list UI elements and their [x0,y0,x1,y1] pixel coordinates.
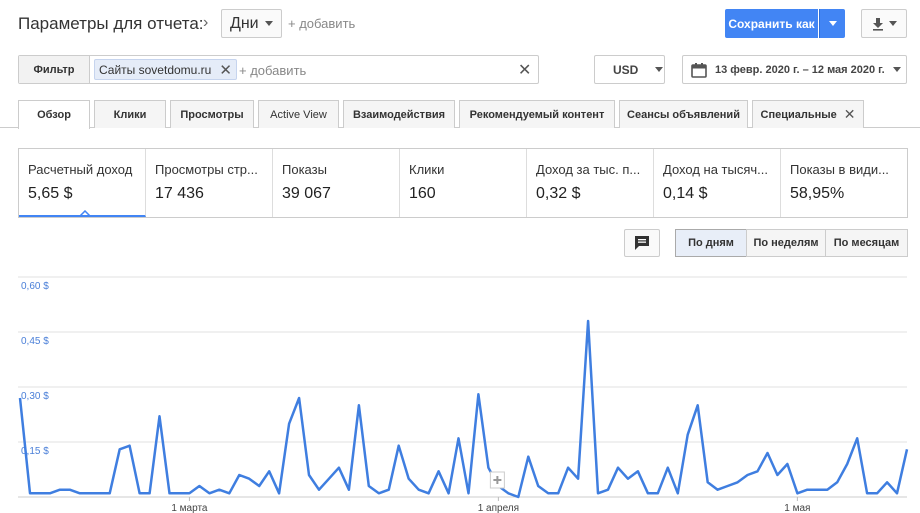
filter-chip[interactable]: Сайты sovetdomu.ru ✕ [94,59,237,80]
save-as-button[interactable]: Сохранить как [725,9,818,38]
tab-clicks[interactable]: Клики [94,100,166,128]
tab-interactions[interactable]: Взаимодействия [343,100,455,128]
series-line [18,319,909,499]
currency-dropdown[interactable]: USD [594,55,665,84]
add-filter-link[interactable]: + добавить [239,63,306,78]
caret-down-icon [889,21,897,26]
metrics-bar: Расчетный доход 5,65 $ Просмотры стр... … [18,148,908,218]
metric-label: Показы [282,162,327,177]
caret-down-icon [892,67,901,72]
close-icon[interactable]: ✕ [219,61,232,79]
tab-views[interactable]: Просмотры [170,100,254,128]
y-tick-label: 0,45 $ [21,336,49,347]
metric-label: Просмотры стр... [155,162,258,177]
filter-label[interactable]: Фильтр [19,56,90,83]
metric-value: 5,65 $ [28,185,73,202]
tab-overview[interactable]: Обзор [18,100,90,129]
x-tick-label: 1 марта [171,503,208,513]
selected-indicator-icon [79,210,91,215]
y-tick-label: 0,60 $ [21,281,49,292]
metric-clicks[interactable]: Клики 160 [400,149,527,217]
metric-impression-rpm[interactable]: Доход на тысяч... 0,14 $ [654,149,781,217]
download-button[interactable] [861,9,907,38]
caret-down-icon [655,67,664,72]
metric-label: Показы в види... [790,162,889,177]
filter-chip-label: Сайты sovetdomu.ru [99,62,212,77]
date-range-picker[interactable]: 13 февр. 2020 г. – 12 мая 2020 г. [682,55,907,84]
metric-page-views[interactable]: Просмотры стр... 17 436 [146,149,273,217]
report-title: Параметры для отчета: [18,14,204,33]
metric-viewability[interactable]: Показы в види... 58,95% [781,149,907,217]
metric-value: 58,95% [790,185,845,202]
granularity-weekly[interactable]: По неделям [746,229,826,257]
tab-custom[interactable]: Специальные ✕ [752,100,864,128]
earnings-line-chart: 0,60 $0,45 $0,30 $0,15 $1 марта 1 апреля 1… [18,276,909,513]
close-icon[interactable]: ✕ [844,106,856,123]
tab-active-view[interactable]: Active View [258,100,339,128]
metric-impressions[interactable]: Показы 39 067 [273,149,400,217]
tab-ad-sessions[interactable]: Сеансы объявлений [619,100,748,128]
date-range-label: 13 февр. 2020 г. – 12 мая 2020 г. [715,63,885,76]
tab-custom-label: Специальные [760,108,837,121]
y-tick-label: 0,30 $ [21,391,49,402]
filter-bar: Фильтр Сайты sovetdomu.ru ✕ + добавить ✕ [18,55,539,84]
metric-value: 17 436 [155,185,204,202]
granularity-monthly[interactable]: По месяцам [825,229,908,257]
metric-label: Клики [409,162,445,177]
metric-value: 0,32 $ [536,185,581,202]
metric-estimated-earnings[interactable]: Расчетный доход 5,65 $ [19,149,146,217]
metric-page-rpm[interactable]: Доход за тыс. п... 0,32 $ [527,149,654,217]
tab-recommended-content[interactable]: Рекомендуемый контент [459,100,615,128]
annotations-button[interactable] [624,229,660,257]
x-tick-label: 1 мая [784,503,810,513]
chevron-right-icon: › [203,14,209,31]
calendar-icon [691,62,707,78]
x-tick-label: 1 апреля [478,503,519,513]
granularity-daily[interactable]: По дням [675,229,747,257]
metric-label: Доход за тыс. п... [536,162,641,177]
metric-value: 160 [409,185,436,202]
metric-label: Расчетный доход [28,162,133,177]
caret-down-icon [828,21,837,26]
metric-label: Доход на тысяч... [663,162,768,177]
download-icon [873,17,883,31]
clear-filters-icon[interactable]: ✕ [518,60,531,80]
dimension-dropdown-label: Дни [230,14,259,32]
save-as-menu-button[interactable] [819,9,845,38]
metric-value: 0,14 $ [663,185,708,202]
dimension-dropdown[interactable]: Дни [221,9,282,38]
caret-down-icon [264,21,273,26]
metric-value: 39 067 [282,185,331,202]
add-dimension-link[interactable]: + добавить [288,16,355,31]
comment-icon [635,236,649,250]
currency-label: USD [613,62,639,77]
